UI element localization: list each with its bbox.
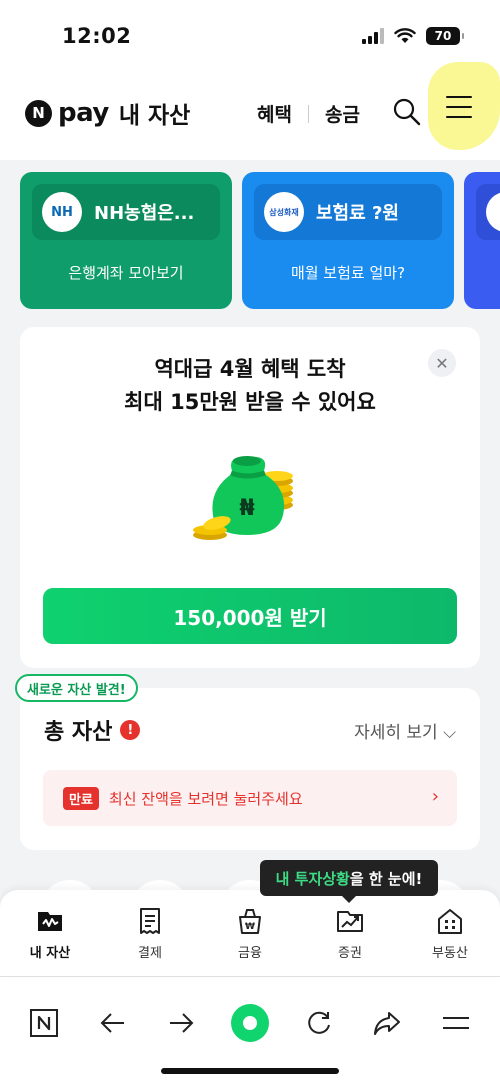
close-icon: ✕	[435, 353, 449, 373]
battery-icon: 70	[426, 27, 464, 45]
wifi-icon	[394, 28, 416, 43]
menu-button[interactable]	[428, 62, 500, 152]
card-logo-icon	[486, 192, 500, 232]
asset-cards-carousel[interactable]: NH NH농협은... 은행계좌 모아보기 삼성화재 보험료 ?원 매월 보험료…	[20, 172, 500, 309]
browser-toolbar	[0, 976, 500, 1083]
tab-label: 금융	[238, 946, 262, 961]
svg-text:₩: ₩	[245, 922, 255, 932]
share-button[interactable]	[365, 1001, 409, 1045]
tab-real-estate[interactable]: 부동산	[400, 890, 500, 976]
arrow-left-icon	[100, 1013, 124, 1033]
brand[interactable]: N pay 내 자산	[25, 96, 190, 130]
card-nh-bank[interactable]: NH NH농협은... 은행계좌 모아보기	[20, 172, 232, 309]
refresh-button[interactable]	[297, 1001, 341, 1045]
naver-logo-icon: N	[25, 99, 52, 127]
tab-label: 내 자산	[29, 946, 71, 961]
promo-close-button[interactable]: ✕	[428, 349, 456, 377]
nav-transfer-link[interactable]: 송금	[325, 100, 360, 127]
header-nav: 혜택 송금	[257, 100, 360, 127]
card-header: NH NH농협은...	[32, 184, 220, 240]
share-icon	[374, 1012, 401, 1035]
view-details-link[interactable]: 자세히 보기 ⌵	[354, 718, 456, 743]
promo-title-line1: 역대급 4월 혜택 도착	[154, 357, 346, 381]
forward-button[interactable]	[159, 1001, 203, 1045]
browser-controls	[0, 991, 500, 1055]
card-header	[476, 184, 500, 240]
bag-icon: ₩	[239, 909, 261, 934]
brand-pay: pay	[58, 98, 109, 128]
green-dot-icon	[230, 1004, 269, 1042]
bottom-tab-bar: 내 자산 결제 ₩ 금융 증권 부동산	[0, 890, 500, 976]
claim-reward-button[interactable]: 150,000원 받기	[43, 588, 457, 644]
promo-title-line2: 최대 15만원 받을 수 있어요	[124, 390, 376, 414]
card-subtitle: 은행계좌 모아보기	[68, 264, 184, 282]
alert-icon: !	[120, 720, 141, 740]
search-icon	[393, 98, 421, 126]
building-icon	[438, 909, 462, 934]
tab-payment[interactable]: 결제	[100, 890, 200, 976]
browser-menu-button[interactable]	[434, 1001, 478, 1045]
refresh-balance-row[interactable]: 만료 최신 잔액을 보려면 눌러주세요 ›	[43, 770, 457, 826]
chevron-down-icon: ⌵	[443, 723, 456, 743]
tooltip-highlight: 내 투자상황	[275, 869, 350, 888]
total-assets-card: 총 자산 ! 자세히 보기 ⌵ 만료 최신 잔액을 보려면 눌러주세요 ›	[20, 688, 480, 850]
svg-text:₦: ₦	[239, 496, 254, 521]
tab-label: 부동산	[432, 946, 468, 961]
card-subtitle: 매월 보험료 얼마?	[290, 264, 406, 282]
green-dot-button[interactable]	[228, 1001, 272, 1045]
investment-tooltip: 내 투자상황 을 한 눈에!	[260, 860, 438, 903]
refresh-balance-text: 최신 잔액을 보려면 눌러주세요	[108, 789, 303, 808]
samsung-fire-logo-icon: 삼성화재	[264, 192, 304, 232]
promo-banner: 역대급 4월 혜택 도착 최대 15만원 받을 수 있어요 ✕ ₦ 150,00…	[20, 327, 480, 668]
new-asset-badge: 새로운 자산 발견!	[15, 674, 138, 702]
app-header: N pay 내 자산 혜택 송금	[0, 62, 500, 160]
page-title: 내 자산	[118, 103, 191, 129]
card-title: 보험료 ?원	[316, 203, 399, 224]
tab-my-assets[interactable]: 내 자산	[0, 890, 100, 976]
status-icons: 70	[362, 27, 464, 45]
total-assets-title: 총 자산 !	[44, 714, 141, 746]
search-button[interactable]	[392, 97, 422, 127]
tab-label: 결제	[138, 946, 162, 961]
back-button[interactable]	[91, 1001, 135, 1045]
naver-n-icon	[30, 1009, 59, 1037]
total-assets-label: 총 자산	[44, 720, 113, 745]
hamburger-icon	[442, 1017, 469, 1029]
arrow-right-icon	[170, 1013, 194, 1033]
view-details-label: 자세히 보기	[354, 723, 438, 743]
tab-finance[interactable]: ₩ 금융	[200, 890, 300, 976]
card-header: 삼성화재 보험료 ?원	[254, 184, 442, 240]
nav-benefits-link[interactable]: 혜택	[257, 100, 292, 127]
card-title: NH농협은...	[94, 203, 195, 224]
status-bar: 12:02 70	[0, 0, 500, 70]
refresh-icon	[307, 1011, 330, 1034]
hamburger-icon	[446, 96, 472, 118]
status-time: 12:02	[62, 24, 132, 48]
card-insurance[interactable]: 삼성화재 보험료 ?원 매월 보험료 얼마?	[242, 172, 454, 309]
chart-icon	[337, 911, 363, 932]
receipt-icon	[140, 908, 160, 934]
tooltip-text: 을 한 눈에!	[349, 869, 423, 888]
promo-title: 역대급 4월 혜택 도착 최대 15만원 받을 수 있어요	[20, 353, 480, 419]
signal-icon	[362, 28, 384, 44]
nav-divider	[307, 104, 309, 123]
chevron-right-icon: ›	[431, 786, 439, 807]
nh-logo-icon: NH	[42, 192, 82, 232]
home-indicator	[161, 1068, 339, 1074]
expired-badge: 만료	[63, 786, 99, 810]
naver-home-button[interactable]	[22, 1001, 66, 1045]
wallet-icon	[38, 912, 62, 931]
card-next-peek[interactable]	[464, 172, 500, 309]
tab-label: 증권	[338, 946, 362, 961]
money-bag-icon: ₦	[193, 456, 293, 540]
